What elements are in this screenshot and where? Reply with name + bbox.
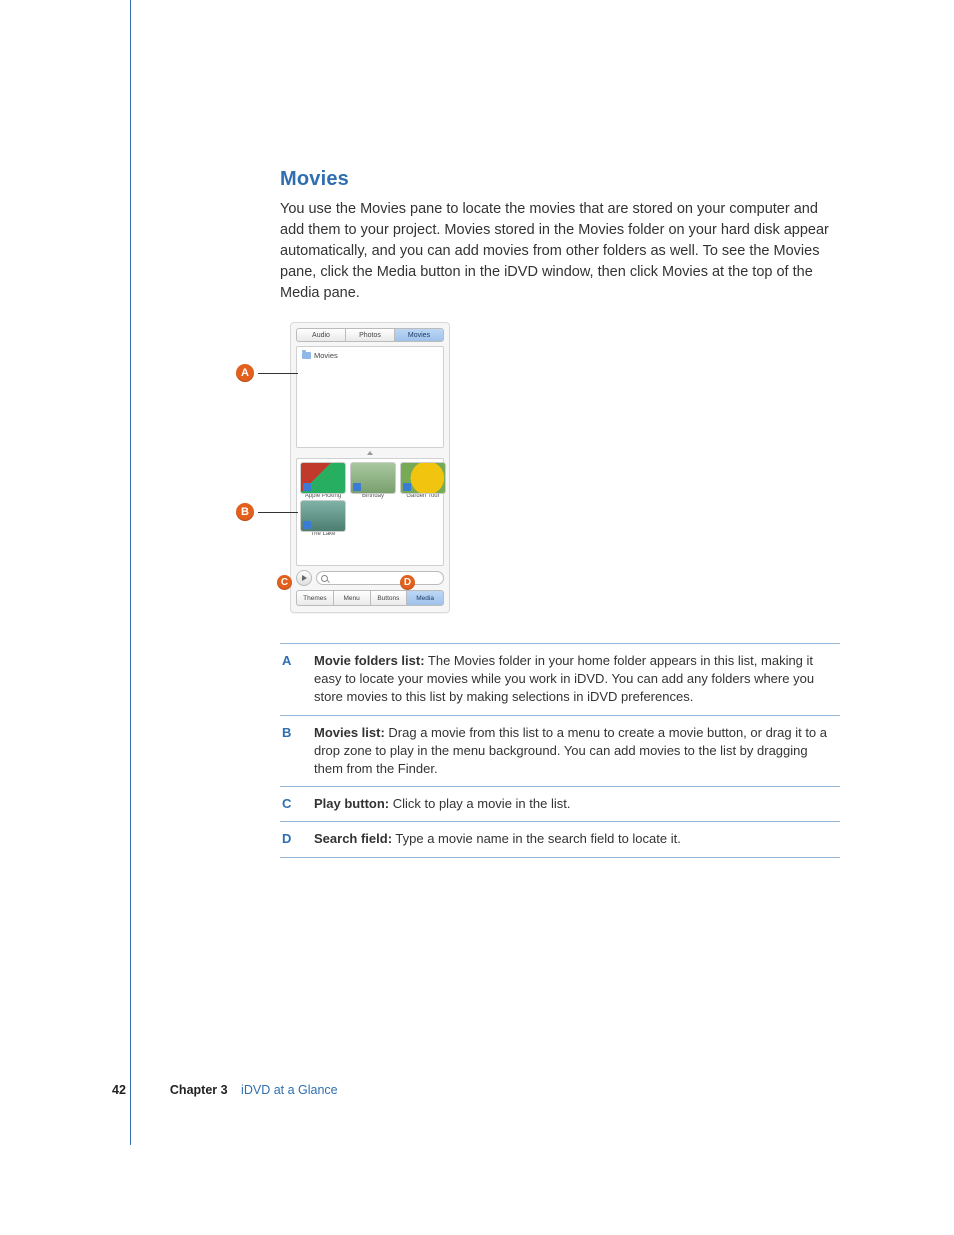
list-item[interactable]: Garden Tour xyxy=(401,463,445,499)
movie-badge-icon xyxy=(303,521,311,529)
list-item[interactable]: The Lake xyxy=(301,501,345,537)
movies-list[interactable]: Apple Picking Birthday Garden Tour The L… xyxy=(296,458,444,566)
legend-text: Movie folders list: The Movies folder in… xyxy=(314,652,838,707)
movie-thumbnail[interactable] xyxy=(351,463,395,493)
thumbnail-label: Apple Picking xyxy=(301,493,345,499)
movie-folders-list[interactable]: Movies xyxy=(296,346,444,448)
chapter-label: Chapter 3 xyxy=(170,1083,228,1097)
list-item[interactable]: Movies xyxy=(302,351,438,360)
callout-b: B xyxy=(236,503,298,521)
callout-bubble-a: A xyxy=(236,364,254,382)
resize-handle-icon[interactable] xyxy=(296,450,444,456)
callout-c: C xyxy=(277,575,292,590)
callout-bubble-b: B xyxy=(236,503,254,521)
table-row: A Movie folders list: The Movies folder … xyxy=(280,644,840,716)
tab-media[interactable]: Media xyxy=(407,591,443,605)
movie-badge-icon xyxy=(303,483,311,491)
list-item[interactable]: Birthday xyxy=(351,463,395,499)
folder-label: Movies xyxy=(314,351,338,360)
tab-themes[interactable]: Themes xyxy=(297,591,334,605)
search-icon xyxy=(321,575,328,582)
legend-key: A xyxy=(282,652,296,707)
margin-rule xyxy=(130,0,131,1145)
thumbnail-label: Garden Tour xyxy=(401,493,445,499)
table-row: B Movies list: Drag a movie from this li… xyxy=(280,716,840,788)
callout-d: D xyxy=(400,575,415,590)
movie-thumbnail[interactable] xyxy=(301,501,345,531)
callout-a: A xyxy=(236,364,298,382)
lead-paragraph: You use the Movies pane to locate the mo… xyxy=(280,199,840,304)
callout-line xyxy=(258,512,298,513)
legend-key: C xyxy=(282,795,296,813)
thumbnail-label: The Lake xyxy=(301,531,345,537)
page-footer: 42 Chapter 3 iDVD at a Glance xyxy=(112,1083,338,1097)
legend-table: A Movie folders list: The Movies folder … xyxy=(280,643,840,858)
folder-icon xyxy=(302,352,311,359)
screenshot-figure: A B C D Audio Photos Movies Movies xyxy=(280,322,500,613)
movie-badge-icon xyxy=(403,483,411,491)
legend-key: D xyxy=(282,830,296,848)
movie-thumbnail[interactable] xyxy=(401,463,445,493)
chapter-title: iDVD at a Glance xyxy=(241,1083,338,1097)
top-segmented-control[interactable]: Audio Photos Movies xyxy=(296,328,444,342)
legend-text: Play button: Click to play a movie in th… xyxy=(314,795,570,813)
table-row: C Play button: Click to play a movie in … xyxy=(280,787,840,822)
callout-line xyxy=(258,373,298,374)
movie-thumbnail[interactable] xyxy=(301,463,345,493)
tab-movies[interactable]: Movies xyxy=(395,329,443,341)
table-row: D Search field: Type a movie name in the… xyxy=(280,822,840,857)
play-button[interactable] xyxy=(296,570,312,586)
section-heading: Movies xyxy=(280,168,854,191)
legend-text: Movies list: Drag a movie from this list… xyxy=(314,724,838,779)
tab-buttons[interactable]: Buttons xyxy=(371,591,408,605)
tab-photos[interactable]: Photos xyxy=(346,329,395,341)
tab-audio[interactable]: Audio xyxy=(297,329,346,341)
page-number: 42 xyxy=(112,1083,126,1097)
list-item[interactable]: Apple Picking xyxy=(301,463,345,499)
bottom-segmented-control[interactable]: Themes Menu Buttons Media xyxy=(296,590,444,606)
legend-key: B xyxy=(282,724,296,779)
callout-bubble-c: C xyxy=(277,575,292,590)
callout-bubble-d: D xyxy=(400,575,415,590)
movie-badge-icon xyxy=(353,483,361,491)
media-pane: Audio Photos Movies Movies Apple Picking xyxy=(290,322,450,613)
tab-menu[interactable]: Menu xyxy=(334,591,371,605)
legend-text: Search field: Type a movie name in the s… xyxy=(314,830,681,848)
thumbnail-label: Birthday xyxy=(351,493,395,499)
search-input[interactable] xyxy=(316,571,444,585)
